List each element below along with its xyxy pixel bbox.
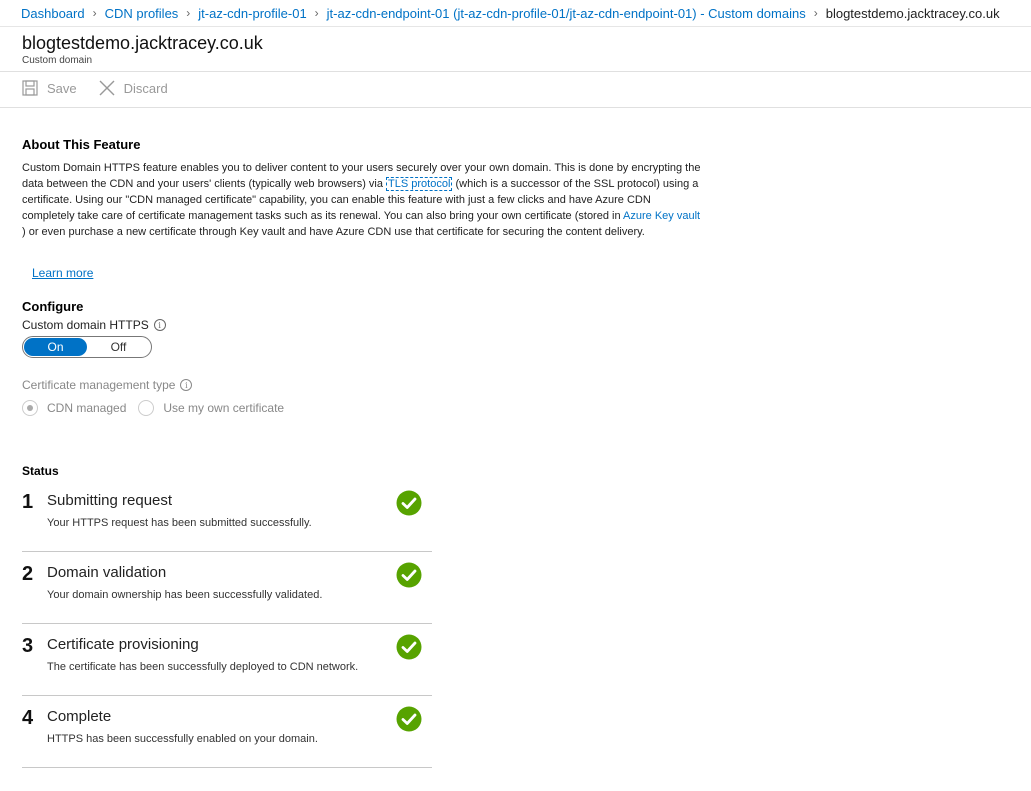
step-description: Your HTTPS request has been submitted su…: [47, 517, 312, 529]
chevron-right-icon: ›: [186, 6, 191, 20]
about-description: Custom Domain HTTPS feature enables you …: [22, 160, 702, 240]
save-label: Save: [47, 80, 77, 96]
about-text-part-3: ) or even purchase a new certificate thr…: [22, 226, 645, 238]
check-circle-icon: [396, 634, 422, 660]
page-header: blogtestdemo.jacktracey.co.uk Custom dom…: [22, 33, 263, 66]
breadcrumb-profile[interactable]: jt-az-cdn-profile-01: [198, 6, 306, 21]
breadcrumb-endpoint[interactable]: jt-az-cdn-endpoint-01 (jt-az-cdn-profile…: [327, 6, 806, 21]
step-title: Submitting request: [47, 492, 173, 509]
chevron-right-icon: ›: [92, 6, 97, 20]
step-number: 3: [22, 635, 34, 657]
cert-type-field-label: Certificate management type i: [22, 378, 193, 392]
learn-more-link[interactable]: Learn more: [32, 266, 93, 280]
close-icon: [99, 80, 115, 96]
info-icon[interactable]: i: [180, 379, 193, 391]
tls-protocol-link[interactable]: TLS protocol: [386, 177, 453, 191]
breadcrumb: Dashboard › CDN profiles › jt-az-cdn-pro…: [0, 0, 1031, 27]
toggle-on-option[interactable]: On: [24, 338, 87, 356]
step-number: 4: [22, 707, 34, 729]
step-number: 1: [22, 491, 34, 513]
radio-cdn-managed[interactable]: CDN managed: [22, 400, 126, 416]
chevron-right-icon: ›: [314, 6, 319, 20]
check-circle-icon: [396, 706, 422, 732]
breadcrumb-dashboard[interactable]: Dashboard: [21, 6, 85, 21]
toggle-off-option[interactable]: Off: [87, 338, 150, 356]
step-title: Domain validation: [47, 564, 167, 581]
status-heading: Status: [22, 464, 59, 478]
breadcrumb-cdn-profiles[interactable]: CDN profiles: [105, 6, 179, 21]
step-title: Complete: [47, 708, 112, 725]
toolbar-divider: [0, 107, 1031, 108]
step-description: Your domain ownership has been successfu…: [47, 589, 323, 601]
breadcrumb-current: blogtestdemo.jacktracey.co.uk: [825, 5, 1000, 21]
check-circle-icon: [396, 490, 422, 516]
step-number: 2: [22, 563, 34, 585]
step-description: The certificate has been successfully de…: [47, 661, 359, 673]
radio-own-certificate-label: Use my own certificate: [163, 401, 285, 415]
save-icon: [22, 80, 38, 96]
discard-button[interactable]: Discard: [99, 80, 168, 96]
header-divider: [0, 71, 1031, 72]
save-button[interactable]: Save: [22, 80, 77, 96]
status-step: 1 Submitting request Your HTTPS request …: [22, 480, 432, 552]
https-label-text: Custom domain HTTPS: [22, 318, 149, 332]
step-description: HTTPS has been successfully enabled on y…: [47, 733, 318, 745]
chevron-right-icon: ›: [813, 6, 818, 20]
radio-selected-icon: [22, 400, 38, 416]
command-bar: Save Discard: [22, 80, 190, 96]
check-circle-icon: [396, 562, 422, 588]
radio-unselected-icon: [138, 400, 155, 416]
https-toggle[interactable]: On Off: [22, 336, 152, 358]
page-title: blogtestdemo.jacktracey.co.uk: [22, 33, 263, 53]
radio-own-certificate[interactable]: Use my own certificate: [138, 400, 284, 416]
page-subtitle: Custom domain: [22, 55, 93, 66]
discard-label: Discard: [123, 80, 168, 96]
https-field-label: Custom domain HTTPS i: [22, 318, 166, 332]
status-step: 3 Certificate provisioning The certifica…: [22, 624, 432, 696]
status-steps: 1 Submitting request Your HTTPS request …: [22, 480, 432, 768]
configure-heading: Configure: [22, 299, 84, 314]
cert-type-radio-group: CDN managed Use my own certificate: [22, 400, 296, 416]
info-icon[interactable]: i: [153, 319, 166, 331]
status-step: 4 Complete HTTPS has been successfully e…: [22, 696, 432, 768]
about-heading: About This Feature: [22, 137, 141, 152]
status-step: 2 Domain validation Your domain ownershi…: [22, 552, 432, 624]
step-title: Certificate provisioning: [47, 636, 199, 653]
cert-type-label-text: Certificate management type: [22, 378, 176, 392]
radio-cdn-managed-label: CDN managed: [47, 401, 127, 415]
azure-key-vault-link[interactable]: Azure Key vault: [623, 210, 700, 222]
